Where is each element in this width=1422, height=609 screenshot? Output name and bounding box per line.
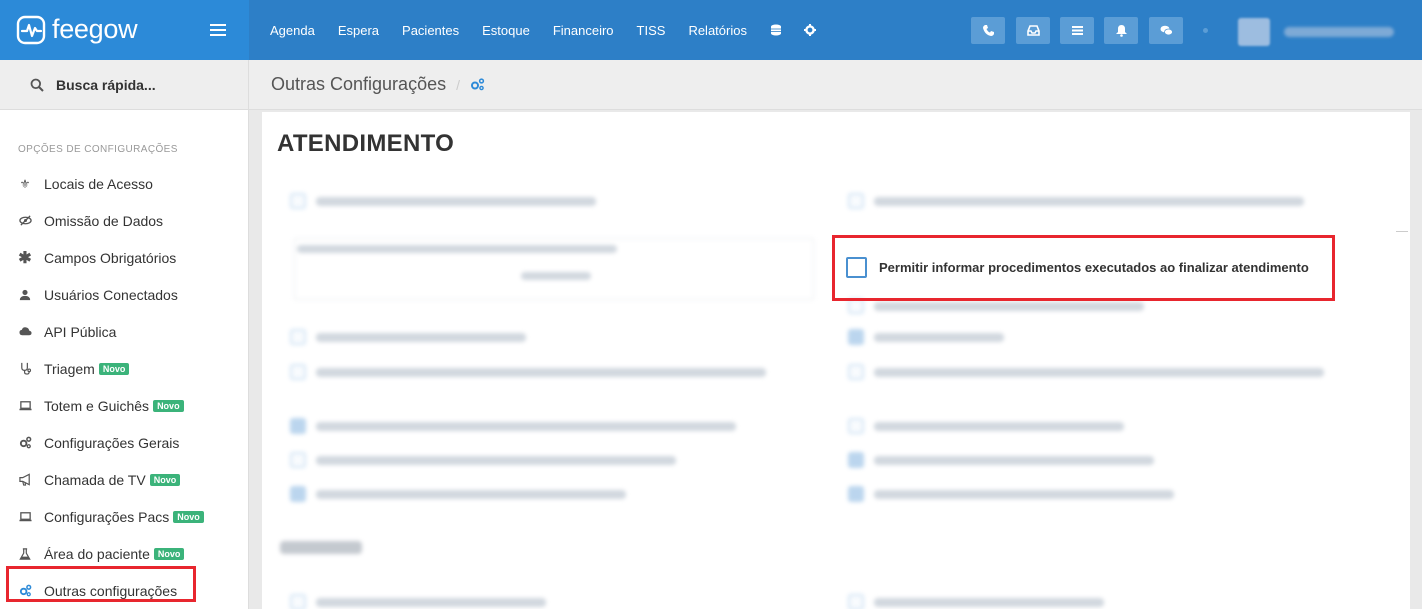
chat-button[interactable] (1149, 17, 1183, 44)
list-icon (1071, 26, 1083, 35)
sidebar-item-label: Chamada de TV (44, 471, 146, 488)
sidebar-item-label: Configurações Pacs (44, 508, 170, 525)
quick-search[interactable]: Busca rápida... (0, 60, 248, 110)
scrollbar-marker[interactable] (1396, 231, 1408, 232)
status-dot (1203, 28, 1208, 33)
blurred-subheading (280, 541, 362, 554)
settings-panel: ATENDIMENTO (262, 112, 1410, 609)
sidebar-item-locais-de-acesso[interactable]: ⚜ Locais de Acesso (0, 165, 248, 202)
nav-financeiro[interactable]: Financeiro (553, 23, 614, 38)
new-badge: Novo (149, 473, 181, 486)
highlight-box-option (832, 235, 1335, 301)
sidebar-item-label: Locais de Acesso (44, 175, 153, 192)
chat-icon (1160, 25, 1173, 36)
new-badge: Novo (98, 362, 130, 375)
blurred-option[interactable] (848, 486, 1174, 502)
blurred-select-field[interactable] (294, 238, 814, 300)
eye-slash-icon (18, 214, 32, 228)
nav-pacientes[interactable]: Pacientes (402, 23, 459, 38)
nav-espera[interactable]: Espera (338, 23, 379, 38)
sidebar-item-label: Totem e Guichês (44, 397, 150, 414)
phone-icon (982, 25, 994, 36)
sidebar-item-label: Campos Obrigatórios (44, 249, 177, 266)
sidebar-item-label: API Pública (44, 323, 117, 340)
notifications-button[interactable] (1104, 17, 1138, 44)
sidebar-item-configuracoes-pacs[interactable]: Configurações Pacs Novo (0, 498, 248, 535)
sidebar-header: OPÇÕES DE CONFIGURAÇÕES (18, 144, 178, 155)
blurred-option[interactable] (848, 452, 1154, 468)
sidebar-item-chamada-de-tv[interactable]: Chamada de TV Novo (0, 461, 248, 498)
bell-icon (1115, 25, 1127, 37)
sidebar-item-label: Omissão de Dados (44, 212, 164, 229)
inbox-button[interactable] (1016, 17, 1050, 44)
section-title: ATENDIMENTO (277, 130, 455, 157)
sidebar-item-label: Usuários Conectados (44, 286, 178, 303)
sidebar-item-label: Configurações Gerais (44, 434, 180, 451)
blurred-option[interactable] (848, 193, 1304, 209)
main-nav: Agenda Espera Pacientes Estoque Financei… (270, 0, 838, 60)
blurred-option[interactable] (848, 594, 1104, 609)
inbox-icon (1026, 25, 1040, 36)
new-badge: Novo (153, 547, 185, 560)
sidebar-item-label: Triagem (44, 360, 95, 377)
user-name-redacted[interactable] (1284, 27, 1394, 37)
stethoscope-icon (18, 362, 32, 376)
blurred-option[interactable] (290, 193, 596, 209)
blurred-option[interactable] (848, 364, 1324, 380)
sidebar-item-triagem[interactable]: Triagem Novo (0, 350, 248, 387)
sidebar: Busca rápida... OPÇÕES DE CONFIGURAÇÕES … (0, 60, 249, 609)
flask-icon (18, 547, 32, 561)
bullhorn-icon (18, 473, 32, 487)
blurred-option[interactable] (290, 418, 736, 434)
database-icon[interactable] (770, 24, 782, 36)
nav-agenda[interactable]: Agenda (270, 23, 315, 38)
location-icon: ⚜ (19, 176, 31, 191)
brand-area: feegow (0, 0, 249, 60)
cogs-icon (18, 436, 32, 450)
hamburger-menu-icon[interactable] (210, 23, 226, 37)
phone-button[interactable] (971, 17, 1005, 44)
blurred-option[interactable] (848, 418, 1124, 434)
cloud-icon (18, 325, 32, 339)
sidebar-menu: ⚜ Locais de Acesso Omissão de Dados ✱ Ca… (0, 165, 248, 609)
feegow-logo-icon[interactable] (16, 15, 46, 45)
breadcrumb: Outras Configurações / (249, 60, 1422, 110)
blurred-option[interactable] (290, 486, 626, 502)
top-navbar: feegow Agenda Espera Pacientes Estoque F… (0, 0, 1422, 60)
breadcrumb-separator: / (456, 76, 460, 93)
nav-relatorios[interactable]: Relatórios (688, 23, 747, 38)
nav-tiss[interactable]: TISS (637, 23, 666, 38)
search-icon (30, 78, 44, 92)
blurred-option[interactable] (290, 329, 526, 345)
laptop-icon (18, 510, 32, 524)
blurred-option[interactable] (848, 329, 1004, 345)
blurred-option[interactable] (290, 594, 546, 609)
list-button[interactable] (1060, 17, 1094, 44)
avatar[interactable] (1238, 18, 1270, 46)
page-title: Outras Configurações (271, 74, 447, 94)
brand-name[interactable]: feegow (52, 14, 138, 45)
cogs-icon (470, 78, 485, 91)
highlight-box-sidebar (6, 566, 196, 602)
nav-estoque[interactable]: Estoque (482, 23, 530, 38)
sidebar-item-omissao-de-dados[interactable]: Omissão de Dados (0, 202, 248, 239)
new-badge: Novo (173, 510, 204, 523)
sidebar-item-campos-obrigatorios[interactable]: ✱ Campos Obrigatórios (0, 239, 248, 276)
sidebar-item-label: Área do paciente (44, 545, 150, 562)
laptop-icon (18, 399, 32, 413)
sidebar-item-configuracoes-gerais[interactable]: Configurações Gerais (0, 424, 248, 461)
blurred-option[interactable] (290, 364, 766, 380)
blurred-option[interactable] (290, 452, 676, 468)
new-badge: Novo (153, 399, 184, 412)
user-icon (18, 288, 32, 302)
sidebar-item-usuarios-conectados[interactable]: Usuários Conectados (0, 276, 248, 313)
sidebar-item-totem-e-guiches[interactable]: Totem e Guichês Novo (0, 387, 248, 424)
gear-icon[interactable] (803, 24, 816, 36)
sidebar-item-api-publica[interactable]: API Pública (0, 313, 248, 350)
search-placeholder: Busca rápida... (56, 76, 156, 93)
asterisk-icon: ✱ (18, 249, 32, 267)
